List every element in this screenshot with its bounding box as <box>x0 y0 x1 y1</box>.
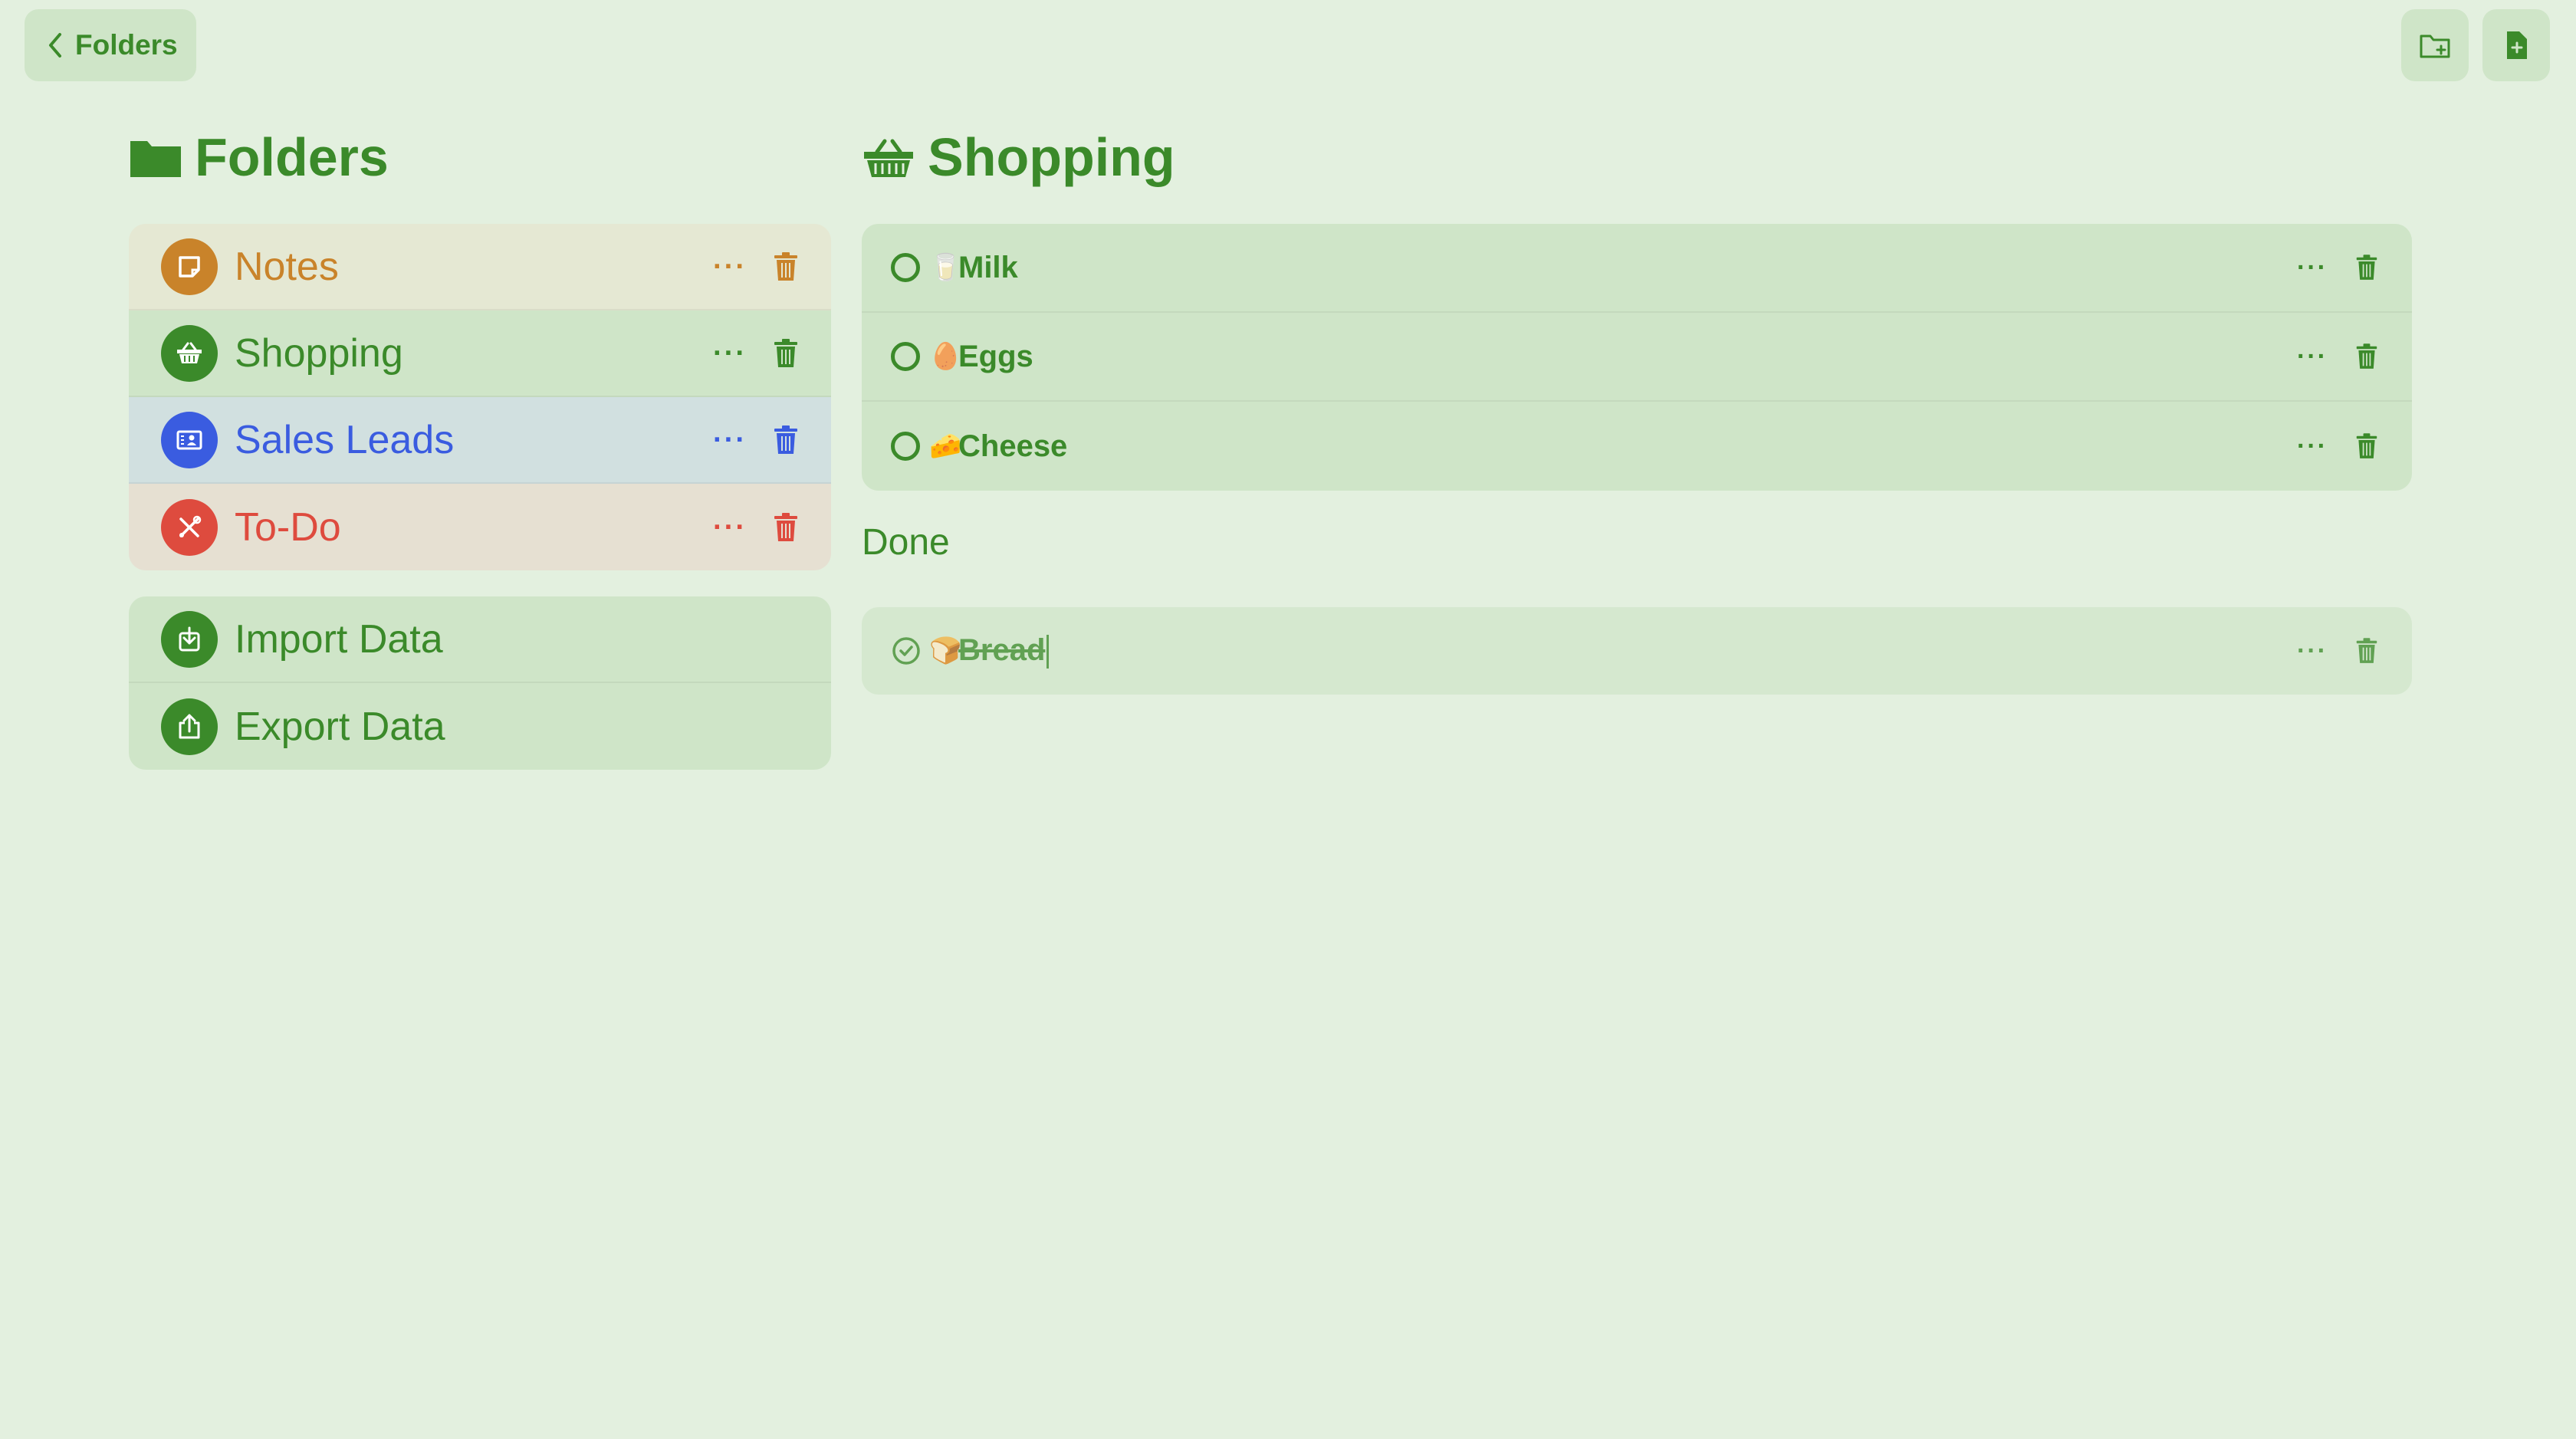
trash-icon[interactable] <box>773 425 799 455</box>
item-emoji: 🍞 <box>929 636 962 665</box>
item-emoji: 🧀 <box>929 432 962 461</box>
document-plus-icon <box>2507 31 2527 59</box>
new-folder-button[interactable] <box>2401 9 2469 81</box>
folder-list: Notes ··· Shopping ··· Sales Leads ··· T… <box>129 224 831 570</box>
text-cursor <box>1046 635 1050 669</box>
trash-icon[interactable] <box>2355 343 2378 370</box>
folder-row-to-do[interactable]: To-Do ··· <box>129 484 831 570</box>
done-list: 🍞 Bread ··· <box>862 607 2412 695</box>
import-data-label: Import Data <box>235 616 443 662</box>
checkmark-circle-icon[interactable] <box>891 636 922 666</box>
back-button-label: Folders <box>75 29 178 61</box>
checkbox[interactable] <box>891 253 920 282</box>
import-data-row[interactable]: Import Data <box>129 596 831 683</box>
item-emoji: 🥚 <box>929 342 962 371</box>
item-list: 🥛 Milk ··· 🥚 Eggs ··· 🧀 Cheese ··· <box>862 224 2412 491</box>
basket-icon <box>161 324 218 382</box>
folder-label: To-Do <box>235 504 341 550</box>
contact-card-icon <box>161 411 218 468</box>
export-data-label: Export Data <box>235 704 445 749</box>
item-label-wrapper[interactable]: Bread <box>958 633 2297 669</box>
trash-icon[interactable] <box>2355 637 2378 665</box>
trash-icon[interactable] <box>773 338 799 369</box>
folder-icon <box>130 141 181 177</box>
item-label: Milk <box>958 250 1018 284</box>
trash-icon[interactable] <box>773 251 799 282</box>
basket-icon <box>864 139 913 177</box>
folder-label: Sales Leads <box>235 417 455 462</box>
sticky-note-icon <box>161 238 218 295</box>
import-icon <box>161 610 218 668</box>
checkbox[interactable] <box>891 342 920 371</box>
folder-row-sales-leads[interactable]: Sales Leads ··· <box>129 397 831 484</box>
chevron-left-icon <box>49 33 61 57</box>
more-options-button[interactable]: ··· <box>713 339 747 368</box>
trash-icon[interactable] <box>2355 254 2378 281</box>
done-list-item[interactable]: 🍞 Bread ··· <box>862 607 2412 695</box>
item-emoji: 🥛 <box>929 253 962 282</box>
more-options-button[interactable]: ··· <box>713 252 747 281</box>
trash-icon[interactable] <box>2355 432 2378 460</box>
list-item[interactable]: 🥚 Eggs ··· <box>862 313 2412 402</box>
more-options-button[interactable]: ··· <box>2297 255 2328 281</box>
more-options-button[interactable]: ··· <box>713 425 747 455</box>
new-document-button[interactable] <box>2482 9 2550 81</box>
folder-plus-icon <box>2420 34 2450 58</box>
folders-title: Folders <box>195 127 389 187</box>
list-title: Shopping <box>928 127 1175 187</box>
folder-row-notes[interactable]: Notes ··· <box>129 224 831 310</box>
export-icon <box>161 698 218 755</box>
more-options-button[interactable]: ··· <box>2297 638 2328 664</box>
folders-heading: Folders <box>129 123 389 192</box>
folder-label: Notes <box>235 244 339 289</box>
list-heading: Shopping <box>862 123 1175 192</box>
folder-row-shopping[interactable]: Shopping ··· <box>129 310 831 397</box>
trash-icon[interactable] <box>773 512 799 543</box>
folder-label: Shopping <box>235 330 403 376</box>
item-label: Cheese <box>958 429 1068 463</box>
more-options-button[interactable]: ··· <box>2297 343 2328 370</box>
export-data-row[interactable]: Export Data <box>129 683 831 770</box>
list-item[interactable]: 🧀 Cheese ··· <box>862 402 2412 491</box>
more-options-button[interactable]: ··· <box>713 513 747 542</box>
data-actions: Import Data Export Data <box>129 596 831 770</box>
tools-icon <box>161 498 218 556</box>
list-item[interactable]: 🥛 Milk ··· <box>862 224 2412 313</box>
more-options-button[interactable]: ··· <box>2297 433 2328 459</box>
checkbox[interactable] <box>891 432 920 461</box>
done-section-title: Done <box>862 522 950 563</box>
item-label[interactable]: Bread <box>958 633 1045 667</box>
back-button[interactable]: Folders <box>25 9 196 81</box>
item-label: Eggs <box>958 339 1033 373</box>
